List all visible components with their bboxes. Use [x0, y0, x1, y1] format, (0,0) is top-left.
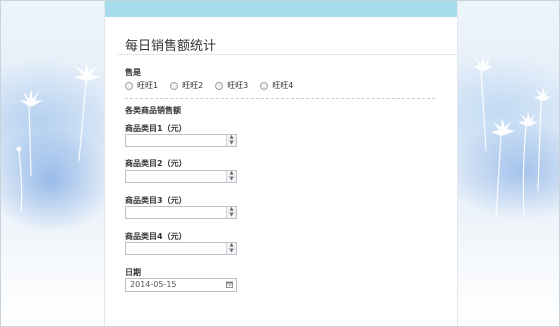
radio-option-2[interactable]: 旺旺2	[170, 80, 203, 91]
radio-label: 旺旺2	[182, 81, 204, 90]
form-title: 每日销售额统计	[125, 39, 217, 54]
spinner-down-icon[interactable]: ▼	[227, 249, 236, 254]
section-divider	[125, 98, 435, 99]
radio-option-3[interactable]: 旺旺3	[215, 80, 248, 91]
radio-circle[interactable]	[125, 81, 133, 90]
category-2-input[interactable]: ▲ ▼	[125, 170, 237, 183]
date-label: 日期	[125, 268, 141, 277]
spinner-buttons: ▲ ▼	[226, 171, 236, 182]
radio-circle[interactable]	[170, 81, 179, 90]
spinner-down-icon[interactable]: ▼	[227, 177, 236, 182]
category-3-label: 商品类目3（元）	[125, 196, 187, 205]
category-1-label: 商品类目1（元）	[125, 124, 187, 133]
section-label: 各类商品销售额	[125, 106, 181, 115]
category-1-input[interactable]: ▲ ▼	[125, 134, 237, 147]
spinner-buttons: ▲ ▼	[226, 243, 236, 254]
radio-circle[interactable]	[215, 81, 224, 90]
radio-circle[interactable]	[260, 81, 269, 90]
form-panel: 每日销售额统计 售是 旺旺1 旺旺2 旺旺3 旺旺4 各类商品销售额 商品类目1…	[104, 1, 458, 326]
spinner-down-icon[interactable]: ▼	[227, 213, 236, 218]
radio-label: 旺旺4	[272, 81, 294, 90]
spinner-buttons: ▲ ▼	[226, 207, 236, 218]
radio-label: 旺旺1	[137, 81, 159, 90]
category-4-input[interactable]: ▲ ▼	[125, 242, 237, 255]
spinner-buttons: ▲ ▼	[226, 135, 236, 146]
spinner-down-icon[interactable]: ▼	[227, 141, 236, 146]
radio-label: 旺旺3	[227, 81, 249, 90]
category-2-label: 商品类目2（元）	[125, 159, 187, 168]
radio-option-1[interactable]: 旺旺1	[125, 80, 158, 91]
radio-option-4[interactable]: 旺旺4	[260, 80, 293, 91]
category-4-label: 商品类目4（元）	[125, 232, 187, 241]
store-radio-group: 旺旺1 旺旺2 旺旺3 旺旺4	[125, 80, 305, 91]
calendar-icon[interactable]	[226, 281, 233, 288]
date-value: 2014-05-15	[130, 280, 177, 289]
header-bar	[105, 1, 457, 17]
decorative-flowers-left	[16, 61, 100, 212]
date-input[interactable]: 2014-05-15	[125, 278, 237, 292]
decorative-flowers-right	[473, 56, 551, 217]
store-label: 售是	[125, 68, 141, 77]
title-divider	[117, 54, 455, 55]
category-3-input[interactable]: ▲ ▼	[125, 206, 237, 219]
page-frame: 每日销售额统计 售是 旺旺1 旺旺2 旺旺3 旺旺4 各类商品销售额 商品类目1…	[0, 0, 560, 327]
